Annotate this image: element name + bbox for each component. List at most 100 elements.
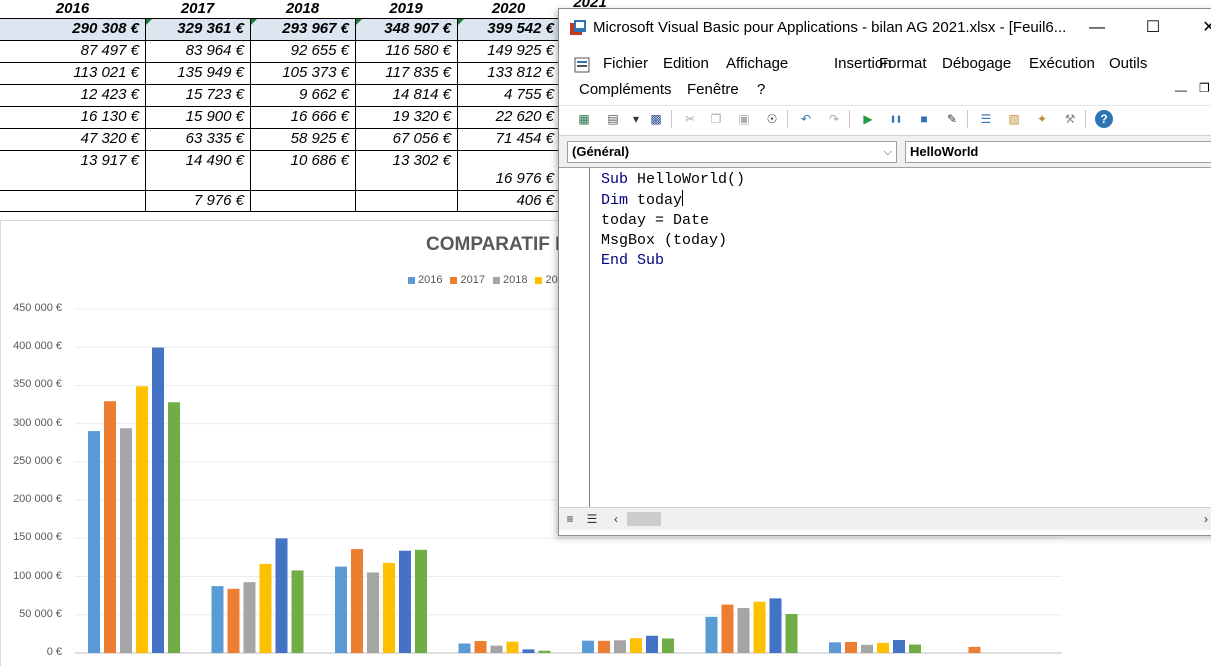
code-text-fragment: MsgBox (today) [601, 232, 728, 249]
bar [367, 572, 379, 653]
menu-outils[interactable]: Outils [1109, 55, 1147, 72]
menu-bar: Fichier Edition Affichage Insertion Format Dé… [559, 49, 1211, 103]
bar [211, 586, 224, 653]
menu-fichier[interactable]: Fichier [603, 55, 648, 72]
design-mode-icon[interactable]: ✎ [943, 110, 961, 128]
object-combo[interactable]: (Général) ⌵ [567, 141, 897, 163]
excel-icon[interactable]: ▦ [575, 110, 593, 128]
help-icon[interactable]: ? [1095, 110, 1113, 128]
menu-affichage[interactable]: Affichage [726, 55, 788, 72]
procedure-view-icon[interactable]: ≡ [561, 510, 579, 528]
insert-module-icon[interactable]: ▤ [604, 110, 622, 128]
bar [259, 563, 272, 653]
code-line[interactable]: MsgBox (today) [601, 231, 745, 251]
code-text-fragment: HelloWorld() [628, 171, 746, 188]
code-line[interactable]: today = Date [601, 211, 745, 231]
code-line[interactable]: End Sub [601, 251, 745, 271]
toolbar-separator [967, 110, 968, 128]
bar [662, 638, 674, 653]
full-module-view-icon[interactable]: ☰ [583, 510, 601, 528]
cut-icon[interactable]: ✂ [681, 110, 699, 128]
menu-fenêtre[interactable]: Fenêtre [687, 81, 739, 98]
bar [335, 566, 347, 653]
bar [785, 614, 798, 653]
object-browser-icon[interactable]: ✦ [1033, 110, 1051, 128]
menu-edition[interactable]: Edition [663, 55, 709, 72]
bar [506, 641, 519, 653]
code-text[interactable]: Sub HelloWorld() Dim today today = Date Msg… [601, 170, 745, 271]
bar [845, 641, 857, 653]
toolbox-icon[interactable]: ⚒ [1061, 110, 1079, 128]
properties-icon[interactable]: ▧ [1005, 110, 1023, 128]
menu-débogage[interactable]: Débogage [942, 55, 1011, 72]
bar [614, 640, 626, 653]
run-icon[interactable]: ▶ [859, 110, 877, 128]
scroll-left-icon[interactable]: ‹ [607, 510, 625, 528]
code-editor[interactable]: Sub HelloWorld() Dim today today = Date Msg… [559, 167, 1211, 508]
margin-indicator-bar[interactable] [559, 168, 590, 508]
bar [291, 570, 304, 653]
bar [88, 431, 100, 653]
maximize-button[interactable]: ☐ [1133, 15, 1173, 41]
bar [243, 582, 256, 653]
minimize-button[interactable]: — [1077, 15, 1117, 41]
menu-exécution[interactable]: Exécution [1029, 55, 1095, 72]
procedure-combo-value: HelloWorld [910, 144, 979, 159]
toolbar-separator [787, 110, 788, 128]
bar [227, 588, 240, 653]
menu-format[interactable]: Format [879, 55, 927, 72]
bar [490, 645, 503, 653]
bar [909, 644, 921, 653]
redo-icon[interactable]: ↷ [825, 110, 843, 128]
project-explorer-icon[interactable]: ☰ [977, 110, 995, 128]
bar [275, 538, 288, 653]
module-system-icon[interactable] [573, 55, 593, 75]
bar [769, 598, 782, 653]
code-keyword: Dim [601, 192, 629, 209]
bar [646, 635, 658, 653]
bar [598, 640, 610, 653]
bar [829, 642, 841, 653]
vba-app-icon [570, 20, 586, 35]
find-icon[interactable]: ☉ [763, 110, 781, 128]
pause-icon[interactable]: ❚❚ [887, 110, 905, 128]
code-text-fragment: today [628, 192, 683, 209]
copy-icon[interactable]: ❐ [707, 110, 725, 128]
bar [630, 638, 642, 653]
horizontal-scrollbar[interactable]: ≡ ☰ ‹ › [559, 507, 1211, 530]
bar [152, 347, 164, 653]
close-button[interactable]: ✕ [1189, 15, 1211, 41]
code-keyword: End Sub [601, 252, 665, 269]
restore-down-small-button[interactable]: — [1175, 83, 1187, 97]
menu-help[interactable]: ? [757, 81, 765, 98]
stop-icon[interactable]: ■ [915, 110, 933, 128]
restore-small-button[interactable]: ❐ [1199, 81, 1210, 95]
bar [136, 386, 148, 653]
window-title: Microsoft Visual Basic pour Applications… [593, 19, 1067, 36]
scroll-right-icon[interactable]: › [1197, 510, 1211, 528]
undo-icon[interactable]: ↶ [797, 110, 815, 128]
toolbar: ▦ ▤ ▾ ▩ ✂ ❐ ▣ ☉ ↶ ↷ ▶ ❚❚ ■ ✎ ☰ ▧ ✦ ⚒? [559, 105, 1211, 134]
save-icon[interactable]: ▩ [647, 110, 665, 128]
title-bar[interactable]: Microsoft Visual Basic pour Applications… [559, 9, 1211, 47]
dropdown-arrow-icon[interactable]: ▾ [627, 110, 645, 128]
paste-icon[interactable]: ▣ [735, 110, 753, 128]
scroll-thumb[interactable] [627, 512, 661, 526]
chevron-down-icon: ⌵ [883, 146, 892, 158]
toolbar-separator [671, 110, 672, 128]
code-line[interactable]: Dim today [601, 190, 745, 211]
menu-compléments[interactable]: Compléments [579, 81, 672, 98]
toolbar-separator [849, 110, 850, 128]
bar [474, 640, 487, 653]
code-line[interactable]: Sub HelloWorld() [601, 170, 745, 190]
bar [383, 562, 395, 653]
vba-editor-window[interactable]: Microsoft Visual Basic pour Applications… [558, 8, 1211, 536]
bar [399, 550, 411, 653]
toolbar-separator [1085, 110, 1086, 128]
bar [582, 640, 594, 653]
code-keyword: Sub [601, 171, 629, 188]
bar [737, 607, 750, 653]
procedure-combo[interactable]: HelloWorld [905, 141, 1211, 163]
bar [968, 646, 981, 653]
bar [522, 649, 535, 653]
